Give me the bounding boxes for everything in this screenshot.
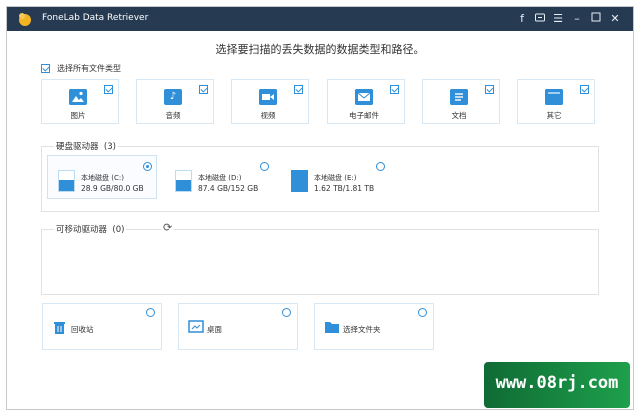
video-icon — [259, 89, 277, 105]
drive-radio[interactable] — [143, 162, 152, 171]
drive-size: 87.4 GB/152 GB — [198, 184, 259, 193]
select-all-label: 选择所有文件类型 — [57, 64, 121, 73]
document-icon — [450, 89, 468, 105]
removable-count: (0) — [112, 225, 125, 235]
chat-icon[interactable] — [533, 12, 547, 26]
maximize-icon[interactable] — [589, 12, 603, 26]
recycle-bin-icon — [52, 319, 67, 335]
location-radio[interactable] — [282, 308, 291, 317]
folder-icon — [324, 319, 339, 335]
music-icon: ♪ — [164, 89, 182, 105]
image-icon — [69, 89, 87, 105]
file-type-label: 音频 — [165, 111, 181, 120]
checkbox[interactable] — [294, 85, 303, 94]
file-type-email[interactable]: 电子邮件 — [327, 79, 405, 124]
location-label: 选择文件夹 — [343, 325, 381, 334]
app-window: FoneLab Data Retriever f ☰ – ✕ 选择要扫描的丢失数… — [6, 6, 634, 410]
file-type-audio[interactable]: ♪ 音频 — [136, 79, 214, 124]
minimize-icon[interactable]: – — [570, 12, 584, 26]
file-type-video[interactable]: 视频 — [231, 79, 309, 124]
file-type-image[interactable]: 图片 — [41, 79, 119, 124]
checkbox[interactable] — [104, 85, 113, 94]
hard-drives-title-text: 硬盘驱动器 — [56, 142, 99, 152]
watermark-text: www.08rj.com — [495, 373, 619, 393]
drive-icon — [58, 170, 75, 192]
file-type-label: 电子邮件 — [349, 111, 379, 120]
file-type-label: 图片 — [70, 111, 86, 120]
location-choose-folder[interactable]: 选择文件夹 — [314, 303, 434, 350]
checkbox[interactable] — [41, 64, 50, 73]
drive-icon — [291, 170, 308, 192]
removable-title-text: 可移动驱动器 — [56, 225, 108, 235]
facebook-icon[interactable]: f — [515, 12, 529, 26]
location-desktop[interactable]: 桌面 — [178, 303, 298, 350]
drive-name: 本地磁盘 (D:) — [198, 174, 242, 182]
checkbox[interactable] — [199, 85, 208, 94]
file-type-document[interactable]: 文档 — [422, 79, 500, 124]
location-label: 回收站 — [71, 325, 94, 334]
folder-icon — [545, 89, 563, 105]
location-radio[interactable] — [146, 308, 155, 317]
removable-drives-title: 可移动驱动器 (0) — [54, 223, 127, 235]
title-bar: FoneLab Data Retriever f ☰ – ✕ — [7, 7, 633, 31]
drive-c[interactable]: 本地磁盘 (C:) 28.9 GB/80.0 GB — [47, 155, 157, 199]
drive-radio[interactable] — [376, 162, 385, 171]
location-label: 桌面 — [207, 325, 222, 334]
watermark: www.08rj.com — [484, 362, 630, 408]
hard-drives-title: 硬盘驱动器 (3) — [54, 140, 118, 152]
menu-icon[interactable]: ☰ — [551, 12, 565, 26]
checkbox[interactable] — [580, 85, 589, 94]
location-radio[interactable] — [418, 308, 427, 317]
hard-drives-count: (3) — [103, 142, 116, 152]
app-logo-icon — [19, 13, 31, 26]
page-headline: 选择要扫描的丢失数据的数据类型和路径。 — [215, 43, 425, 56]
file-type-other[interactable]: 其它 — [517, 79, 595, 124]
drive-name: 本地磁盘 (E:) — [314, 174, 357, 182]
desktop-icon — [188, 319, 204, 335]
drive-size: 1.62 TB/1.81 TB — [314, 184, 375, 193]
checkbox[interactable] — [485, 85, 494, 94]
file-type-label: 其它 — [546, 111, 562, 120]
location-recycle-bin[interactable]: 回收站 — [42, 303, 162, 350]
file-type-label: 文档 — [451, 111, 467, 120]
drive-radio[interactable] — [260, 162, 269, 171]
file-type-label: 视频 — [260, 111, 276, 120]
app-title: FoneLab Data Retriever — [42, 13, 149, 23]
drive-name: 本地磁盘 (C:) — [81, 174, 124, 182]
email-icon — [355, 89, 373, 105]
removable-drives-section — [41, 229, 599, 295]
refresh-icon[interactable]: ⟳ — [161, 221, 175, 234]
drive-e[interactable]: 本地磁盘 (E:) 1.62 TB/1.81 TB — [280, 155, 390, 199]
drive-d[interactable]: 本地磁盘 (D:) 87.4 GB/152 GB — [164, 155, 274, 199]
checkbox[interactable] — [390, 85, 399, 94]
close-icon[interactable]: ✕ — [608, 12, 622, 26]
drive-icon — [175, 170, 192, 192]
drive-size: 28.9 GB/80.0 GB — [81, 184, 144, 193]
